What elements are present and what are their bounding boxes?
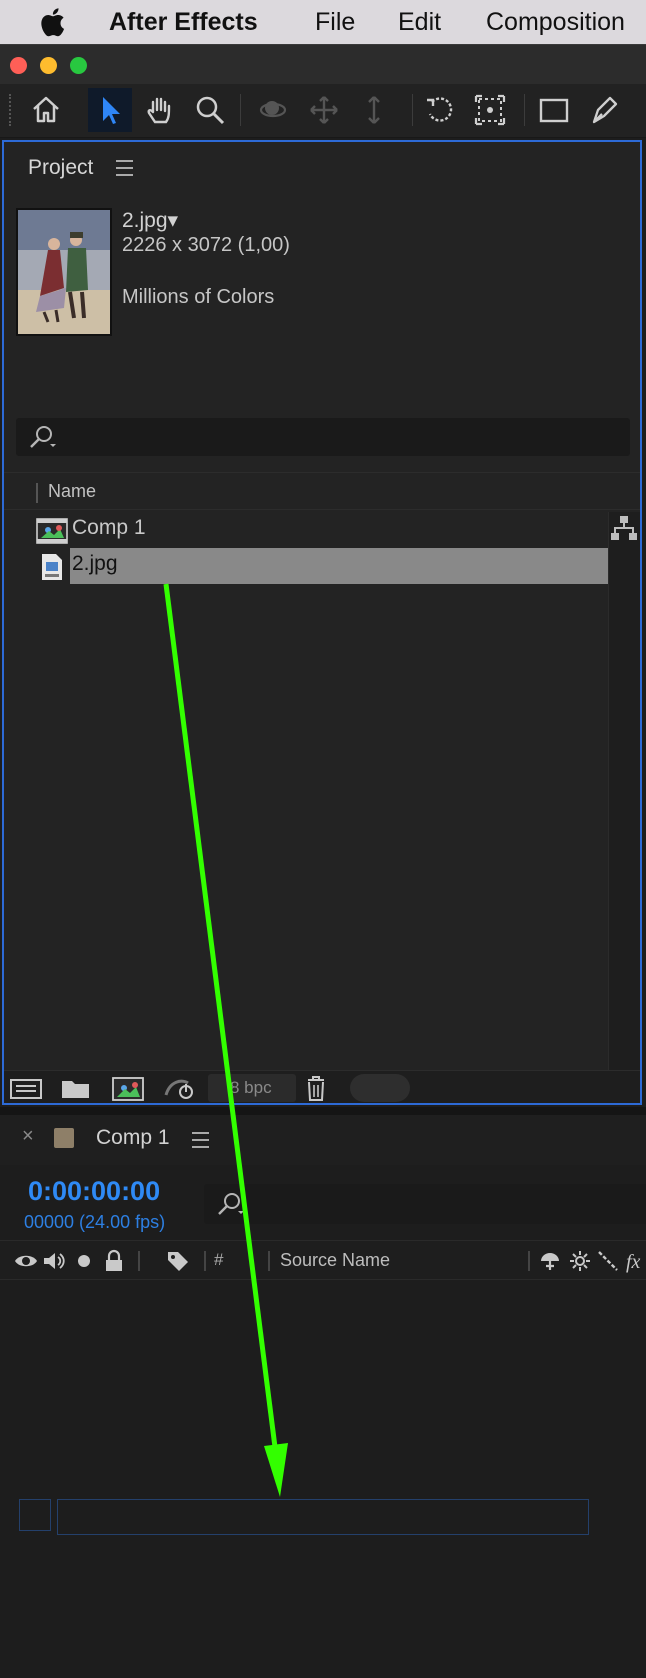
edit-menu[interactable]: Edit [398,5,441,39]
color-depth-button[interactable]: 8 bpc [208,1074,296,1102]
jpg-file-icon [42,554,62,580]
shy-icon[interactable] [538,1249,562,1273]
layer-number-column[interactable]: # [214,1250,223,1270]
pen-tool-button[interactable] [582,88,626,132]
speaker-icon[interactable] [42,1249,66,1273]
project-panel: Project 2.jpg▾ 2226 x 3072 (1,00) Millio… [2,140,642,1105]
svg-text:fx: fx [626,1251,641,1273]
zoom-window-button[interactable] [70,57,87,74]
pan-camera-icon [310,96,338,124]
pan-camera-button[interactable] [302,88,346,132]
menu-bar: After Effects File Edit Composition [0,0,646,44]
solo-icon[interactable] [72,1249,96,1273]
frame-rate-display: 00000 (24.00 fps) [24,1212,166,1232]
close-tab-icon[interactable]: × [22,1125,34,1148]
anchor-point-tool-button[interactable] [468,88,512,132]
anchor-point-tool-icon [474,94,506,126]
selection-tool-button[interactable] [88,88,132,132]
footage-color-depth: Millions of Colors [122,286,275,308]
project-panel-title: Project [28,156,94,179]
effects-fx-icon[interactable]: fx [624,1249,646,1273]
name-column-header[interactable]: Name [48,481,96,502]
timeline-tab-title[interactable]: Comp 1 [96,1126,170,1150]
current-time-display[interactable]: 0:00:00:00 [28,1176,160,1207]
column-divider[interactable] [268,1251,270,1271]
interpret-footage-icon[interactable] [8,1073,44,1103]
composition-color-swatch [54,1128,74,1148]
footage-thumbnail [16,208,112,336]
minimize-window-button[interactable] [40,57,57,74]
project-settings-icon[interactable] [160,1073,196,1103]
file-menu[interactable]: File [315,5,355,39]
toolbar-separator [524,94,525,126]
selection-tool-icon [103,97,120,124]
toolbar-grip[interactable] [9,94,13,126]
new-folder-icon[interactable] [58,1073,94,1103]
window-title-bar [0,44,646,84]
dolly-camera-icon [368,96,380,124]
project-footer: 8 bpc [4,1070,640,1103]
layer-column-header: # Source Name fx [0,1240,646,1280]
toolbar-separator [412,94,413,126]
layer-drop-zone[interactable] [57,1499,589,1535]
project-item-label: 2.jpg [72,552,118,575]
pen-tool-icon [592,96,618,124]
home-icon [33,96,59,123]
panel-menu-icon[interactable] [116,160,133,176]
timeline-search-input[interactable] [204,1184,646,1224]
column-divider[interactable] [528,1251,530,1271]
zoom-tool-button[interactable] [188,88,232,132]
flowchart-icon[interactable] [610,514,638,542]
project-item-label: Comp 1 [72,516,146,539]
composition-icon [36,518,68,544]
timeline-tab-bar: × Comp 1 [0,1115,646,1165]
skating-couple-thumbnail-image [18,210,110,334]
project-scrollbar[interactable] [608,512,640,1070]
new-composition-icon[interactable] [110,1073,146,1103]
panel-divider[interactable] [0,1107,646,1115]
panel-menu-icon[interactable] [192,1132,209,1148]
home-button[interactable] [24,88,68,132]
rectangle-tool-button[interactable] [532,88,576,132]
dolly-camera-button[interactable] [352,88,396,132]
source-name-column[interactable]: Source Name [280,1250,390,1271]
project-column-header: Name [4,472,640,510]
quality-icon[interactable] [596,1249,620,1273]
selection-highlight [70,548,608,584]
toolbar-separator [240,94,241,126]
close-window-button[interactable] [10,57,27,74]
eye-icon[interactable] [14,1249,38,1273]
orbit-camera-button[interactable] [252,88,296,132]
column-divider[interactable] [204,1251,206,1271]
collapse-transformations-icon[interactable] [568,1249,592,1273]
project-item-comp-1[interactable]: Comp 1 [4,512,608,548]
label-tag-icon[interactable] [166,1249,190,1273]
app-menu[interactable]: After Effects [109,5,258,39]
column-divider[interactable] [138,1251,140,1271]
search-icon [218,1193,244,1215]
column-divider[interactable] [36,483,38,503]
footage-name[interactable]: 2.jpg▾ [122,208,178,233]
layer-drop-indicator-checkbox [19,1499,51,1531]
hand-tool-icon [147,97,171,124]
footage-dimensions: 2226 x 3072 (1,00) [122,234,290,256]
orbit-camera-icon [259,101,287,118]
zoom-tool-icon [196,96,225,125]
rotation-tool-button[interactable] [418,88,462,132]
search-icon [30,426,56,448]
rectangle-tool-icon [539,98,569,123]
drag-arrow-head [264,1443,288,1497]
footage-filter-toggle[interactable] [350,1074,410,1102]
apple-logo-icon[interactable] [38,5,70,39]
hand-tool-button[interactable] [138,88,182,132]
project-search-input[interactable] [16,418,630,456]
rotation-tool-icon [427,97,453,122]
project-item-2-jpg[interactable]: 2.jpg [4,548,608,584]
trash-icon[interactable] [298,1073,334,1103]
tools-toolbar [0,84,646,138]
lock-icon[interactable] [102,1249,126,1273]
composition-menu[interactable]: Composition [486,5,625,39]
